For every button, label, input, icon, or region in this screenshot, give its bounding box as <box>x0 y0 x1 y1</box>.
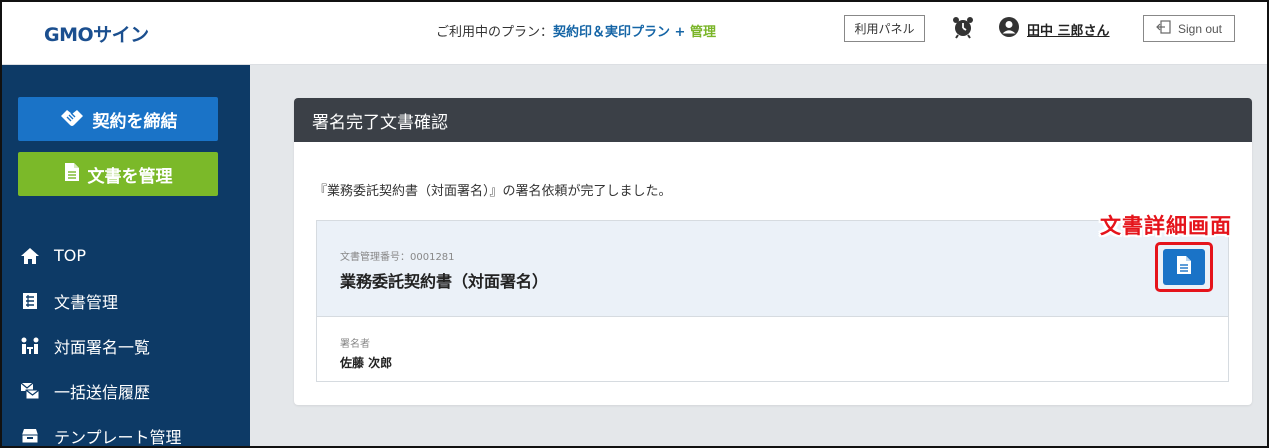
highlight-box <box>1155 242 1213 292</box>
handshake-icon <box>59 106 85 133</box>
home-icon <box>20 246 40 266</box>
document-list-icon <box>20 291 40 311</box>
document-panel: 文書管理番号：0001281 業務委託契約書（対面署名） 署名者 佐藤 次郎 <box>316 220 1229 382</box>
sign-contract-label: 契約を締結 <box>92 111 178 132</box>
sidebar-item-label: テンプレート管理 <box>54 427 182 447</box>
document-icon <box>64 162 80 187</box>
signer-name: 佐藤 次郎 <box>340 356 393 370</box>
sidebar-item-label: 対面署名一覧 <box>54 337 151 357</box>
sidebar-item-label: 文書管理 <box>54 292 119 312</box>
user-icon <box>999 17 1019 41</box>
sidebar-nav: TOP 文書管理 対面署名一覧 一括送信履歴 テンプレート管理 <box>20 233 182 447</box>
sidebar-item-label: 一括送信履歴 <box>54 382 151 402</box>
document-detail-button[interactable] <box>1163 249 1205 285</box>
sign-out-label: Sign out <box>1177 21 1223 36</box>
sidebar-item-batch-history[interactable]: 一括送信履歴 <box>20 368 182 413</box>
plan-name: 契約印＆実印プラン <box>553 25 671 40</box>
document-icon <box>1176 255 1192 279</box>
sidebar-item-face-to-face[interactable]: 対面署名一覧 <box>20 323 182 368</box>
batch-send-icon <box>20 381 40 401</box>
plan-plus: + <box>670 25 690 40</box>
sidebar-item-templates[interactable]: テンプレート管理 <box>20 413 182 447</box>
sidebar-item-label: TOP <box>54 246 87 265</box>
usage-panel-button[interactable]: 利用パネル <box>844 15 925 42</box>
sidebar: 契約を締結 文書を管理 TOP 文書管理 対面署名一覧 一括送信履歴 テンプレー… <box>2 65 250 447</box>
top-header: GMOサイン ご利用中のプラン：契約印＆実印プラン + 管理 利用パネル 田中 … <box>2 2 1267 65</box>
app-frame: GMOサイン ご利用中のプラン：契約印＆実印プラン + 管理 利用パネル 田中 … <box>0 0 1269 448</box>
completion-card: 署名完了文書確認 『業務委託契約書（対面署名）』の署名依頼が完了しました。 文書… <box>294 98 1252 405</box>
annotation-label: 文書詳細画面 <box>1100 214 1232 238</box>
plan-role: 管理 <box>689 25 716 40</box>
sign-out-icon <box>1156 20 1172 37</box>
document-title: 業務委託契約書（対面署名） <box>340 272 549 291</box>
template-icon <box>20 426 40 446</box>
face-to-face-icon <box>20 336 40 356</box>
card-title: 署名完了文書確認 <box>294 98 1252 142</box>
document-summary: 文書管理番号：0001281 業務委託契約書（対面署名） <box>317 221 1228 317</box>
user-name-link[interactable]: 田中 三郎さん <box>1027 20 1110 39</box>
document-number: 文書管理番号：0001281 <box>340 252 455 263</box>
sign-contract-button[interactable]: 契約を締結 <box>18 97 218 141</box>
user-menu[interactable]: 田中 三郎さん <box>999 17 1110 41</box>
alarm-clock-icon[interactable] <box>951 15 975 39</box>
signer-label: 署名者 <box>340 339 370 350</box>
gmo-sign-logo[interactable]: GMOサイン <box>44 20 149 47</box>
sign-out-button[interactable]: Sign out <box>1143 15 1235 42</box>
manage-documents-label: 文書を管理 <box>87 166 173 187</box>
completion-message: 『業務委託契約書（対面署名）』の署名依頼が完了しました。 <box>314 184 672 199</box>
plan-info: ご利用中のプラン：契約印＆実印プラン + 管理 <box>436 21 716 40</box>
manage-documents-button[interactable]: 文書を管理 <box>18 152 218 196</box>
sidebar-item-documents[interactable]: 文書管理 <box>20 278 182 323</box>
plan-prefix: ご利用中のプラン： <box>436 25 554 40</box>
sidebar-item-top[interactable]: TOP <box>20 233 182 278</box>
